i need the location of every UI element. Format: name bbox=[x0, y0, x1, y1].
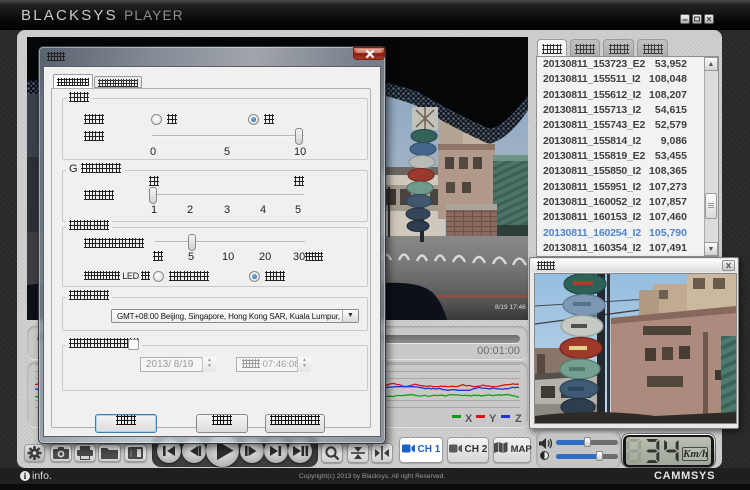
svg-text:8/19 17:46: 8/19 17:46 bbox=[495, 304, 526, 311]
svg-text:Z: Z bbox=[515, 413, 522, 425]
svg-text:Y: Y bbox=[489, 413, 497, 425]
svg-text:X: X bbox=[465, 413, 473, 425]
